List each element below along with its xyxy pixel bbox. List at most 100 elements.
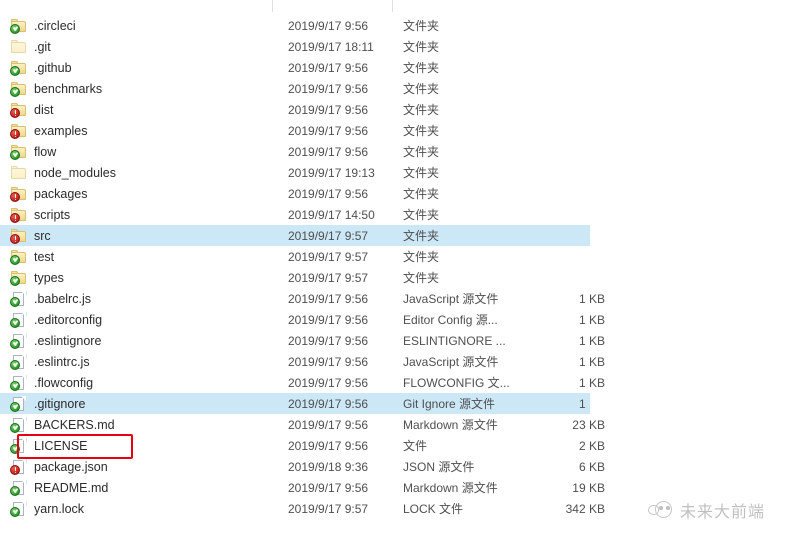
file-date-cell: 2019/9/17 9:56 <box>288 480 369 495</box>
file-name-cell: README.md <box>34 480 109 495</box>
file-type-cell: 文件夹 <box>403 208 440 222</box>
file-row[interactable]: .editorconfig 2019/9/17 9:56 Editor Config… <box>0 309 797 330</box>
file-row[interactable]: scripts 2019/9/17 14:50 文件夹 <box>0 204 797 225</box>
file-date-cell: 2019/9/17 9:56 <box>288 375 369 390</box>
file-name-cell: .eslintignore <box>34 333 102 348</box>
file-size-cell: 342 KB <box>565 501 605 516</box>
file-type-cell: JavaScript 源文件 <box>403 355 499 369</box>
file-date-cell: 2019/9/17 9:56 <box>288 123 369 138</box>
file-icon <box>10 311 27 328</box>
file-row[interactable]: .github 2019/9/17 9:56 文件夹 <box>0 57 797 78</box>
file-type-cell: 文件夹 <box>403 124 440 138</box>
status-ok-badge-icon <box>10 317 20 328</box>
status-ok-badge-icon <box>10 485 20 496</box>
file-row[interactable]: README.md 2019/9/17 9:56 Markdown 源文件 19 KB <box>0 477 797 498</box>
file-type-cell: 文件夹 <box>403 40 440 54</box>
file-row[interactable]: .babelrc.js 2019/9/17 9:56 JavaScript 源文件 1… <box>0 288 797 309</box>
file-type-cell: Markdown 源文件 <box>403 481 498 495</box>
file-date-cell: 2019/9/17 9:56 <box>288 291 369 306</box>
file-type-cell: LOCK 文件 <box>403 502 464 516</box>
file-row[interactable]: benchmarks 2019/9/17 9:56 文件夹 <box>0 78 797 99</box>
file-name-cell: types <box>34 270 64 285</box>
file-name-cell: .git <box>34 39 51 54</box>
file-row[interactable]: LICENSE 2019/9/17 9:56 文件 2 KB <box>0 435 797 456</box>
file-row[interactable]: dist 2019/9/17 9:56 文件夹 <box>0 99 797 120</box>
file-date-cell: 2019/9/17 9:56 <box>288 144 369 159</box>
file-date-cell: 2019/9/17 9:56 <box>288 333 369 348</box>
file-icon <box>10 353 27 370</box>
status-modified-badge-icon <box>10 128 20 139</box>
file-date-cell: 2019/9/17 9:56 <box>288 354 369 369</box>
file-row[interactable]: BACKERS.md 2019/9/17 9:56 Markdown 源文件 23 K… <box>0 414 797 435</box>
file-name-cell: .circleci <box>34 18 76 33</box>
watermark-text: 未来大前端 <box>680 502 766 521</box>
file-name-cell: .editorconfig <box>34 312 103 327</box>
file-icon <box>10 290 27 307</box>
file-type-cell: Markdown 源文件 <box>403 418 498 432</box>
file-type-cell: 文件夹 <box>403 145 440 159</box>
file-name-cell: dist <box>34 102 54 117</box>
file-type-cell: Editor Config 源... <box>403 313 498 327</box>
file-date-cell: 2019/9/17 9:56 <box>288 186 369 201</box>
column-divider-date[interactable] <box>272 0 273 12</box>
folder-icon <box>10 81 27 97</box>
file-name-cell: .gitignore <box>34 396 86 411</box>
file-size-cell: 1 KB <box>578 354 605 369</box>
file-icon <box>10 437 27 454</box>
folder-icon <box>10 123 27 139</box>
file-row[interactable]: .git 2019/9/17 18:11 文件夹 <box>0 36 797 57</box>
status-ok-badge-icon <box>10 443 20 454</box>
file-date-cell: 2019/9/17 9:56 <box>288 81 369 96</box>
status-modified-badge-icon <box>10 233 20 244</box>
file-date-cell: 2019/9/17 9:56 <box>288 438 369 453</box>
file-name-cell: .eslintrc.js <box>34 354 90 369</box>
file-size-cell: 23 KB <box>572 417 605 432</box>
file-type-cell: 文件夹 <box>403 19 440 33</box>
file-date-cell: 2019/9/17 9:56 <box>288 18 369 33</box>
file-type-cell: 文件 <box>403 439 428 453</box>
file-type-cell: 文件夹 <box>403 250 440 264</box>
file-date-cell: 2019/9/17 9:56 <box>288 312 369 327</box>
file-type-cell: 文件夹 <box>403 229 440 243</box>
column-divider-type[interactable] <box>392 0 393 12</box>
file-row[interactable]: src 2019/9/17 9:57 文件夹 <box>0 225 797 246</box>
file-type-cell: Git Ignore 源文件 <box>403 397 496 411</box>
file-row[interactable]: .eslintignore 2019/9/17 9:56 ESLINTIGNORE … <box>0 330 797 351</box>
status-ok-badge-icon <box>10 359 20 370</box>
status-ok-badge-icon <box>10 23 20 34</box>
file-row[interactable]: test 2019/9/17 9:57 文件夹 <box>0 246 797 267</box>
file-icon <box>10 500 27 517</box>
file-row[interactable]: flow 2019/9/17 9:56 文件夹 <box>0 141 797 162</box>
file-date-cell: 2019/9/17 9:57 <box>288 270 369 285</box>
status-ok-badge-icon <box>10 338 20 349</box>
file-date-cell: 2019/9/17 9:57 <box>288 228 369 243</box>
file-row[interactable]: .eslintrc.js 2019/9/17 9:56 JavaScript 源文件… <box>0 351 797 372</box>
file-type-cell: FLOWCONFIG 文... <box>403 376 510 390</box>
file-row[interactable]: .flowconfig 2019/9/17 9:56 FLOWCONFIG 文...… <box>0 372 797 393</box>
file-type-cell: 文件夹 <box>403 187 440 201</box>
status-ok-badge-icon <box>10 86 20 97</box>
file-icon <box>10 332 27 349</box>
file-name-cell: package.json <box>34 459 108 474</box>
file-size-cell: 1 KB <box>578 312 605 327</box>
file-list-rows: .circleci 2019/9/17 9:56 文件夹 .git 2019/9/17 … <box>0 15 797 519</box>
file-date-cell: 2019/9/17 9:57 <box>288 501 369 516</box>
file-row[interactable]: .circleci 2019/9/17 9:56 文件夹 <box>0 15 797 36</box>
file-explorer-list-view: .circleci 2019/9/17 9:56 文件夹 .git 2019/9/17 … <box>0 0 797 541</box>
file-date-cell: 2019/9/18 9:36 <box>288 459 369 474</box>
file-icon <box>10 458 27 475</box>
file-size-cell: 1 KB <box>578 396 605 411</box>
file-type-cell: 文件夹 <box>403 271 440 285</box>
file-row[interactable]: package.json 2019/9/18 9:36 JSON 源文件 6 KB <box>0 456 797 477</box>
file-row[interactable]: .gitignore 2019/9/17 9:56 Git Ignore 源文件 1 … <box>0 393 797 414</box>
file-row[interactable]: node_modules 2019/9/17 19:13 文件夹 <box>0 162 797 183</box>
file-size-cell: 1 KB <box>578 333 605 348</box>
file-name-cell: .babelrc.js <box>34 291 91 306</box>
file-type-cell: JavaScript 源文件 <box>403 292 499 306</box>
file-icon <box>10 395 27 412</box>
file-row[interactable]: packages 2019/9/17 9:56 文件夹 <box>0 183 797 204</box>
file-name-cell: src <box>34 228 51 243</box>
status-ok-badge-icon <box>10 401 20 412</box>
file-row[interactable]: types 2019/9/17 9:57 文件夹 <box>0 267 797 288</box>
file-row[interactable]: examples 2019/9/17 9:56 文件夹 <box>0 120 797 141</box>
